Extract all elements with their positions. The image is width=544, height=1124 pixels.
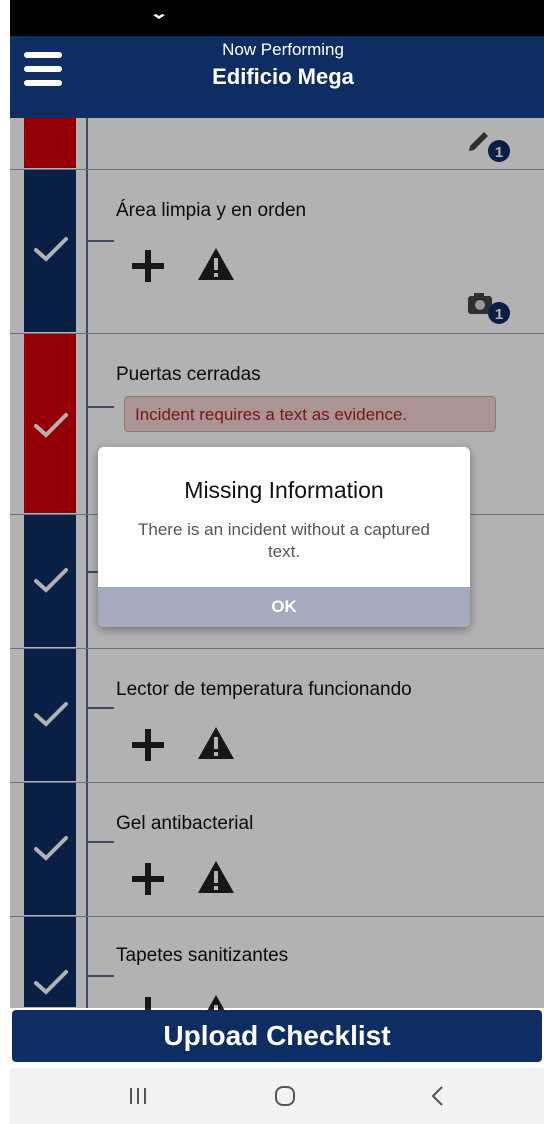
back-icon[interactable] [418, 1082, 458, 1110]
home-icon[interactable] [265, 1082, 305, 1110]
system-nav-bar [10, 1068, 544, 1124]
missing-information-dialog: Missing Information There is an incident… [98, 447, 470, 627]
ok-button[interactable]: OK [98, 587, 470, 627]
header-subtitle: Now Performing [222, 40, 344, 59]
notification-icon [153, 14, 165, 19]
page-title: Edificio Mega [212, 64, 354, 89]
app-frame: Now Performing Edificio Mega 1 Área limp… [10, 0, 544, 1124]
dialog-message: There is an incident without a captured … [137, 520, 430, 561]
app-header: Now Performing Edificio Mega [10, 36, 544, 118]
status-bar [10, 0, 544, 36]
dialog-title: Missing Information [184, 477, 384, 503]
recent-apps-icon[interactable] [118, 1082, 158, 1110]
upload-checklist-button[interactable]: Upload Checklist [12, 1010, 542, 1062]
